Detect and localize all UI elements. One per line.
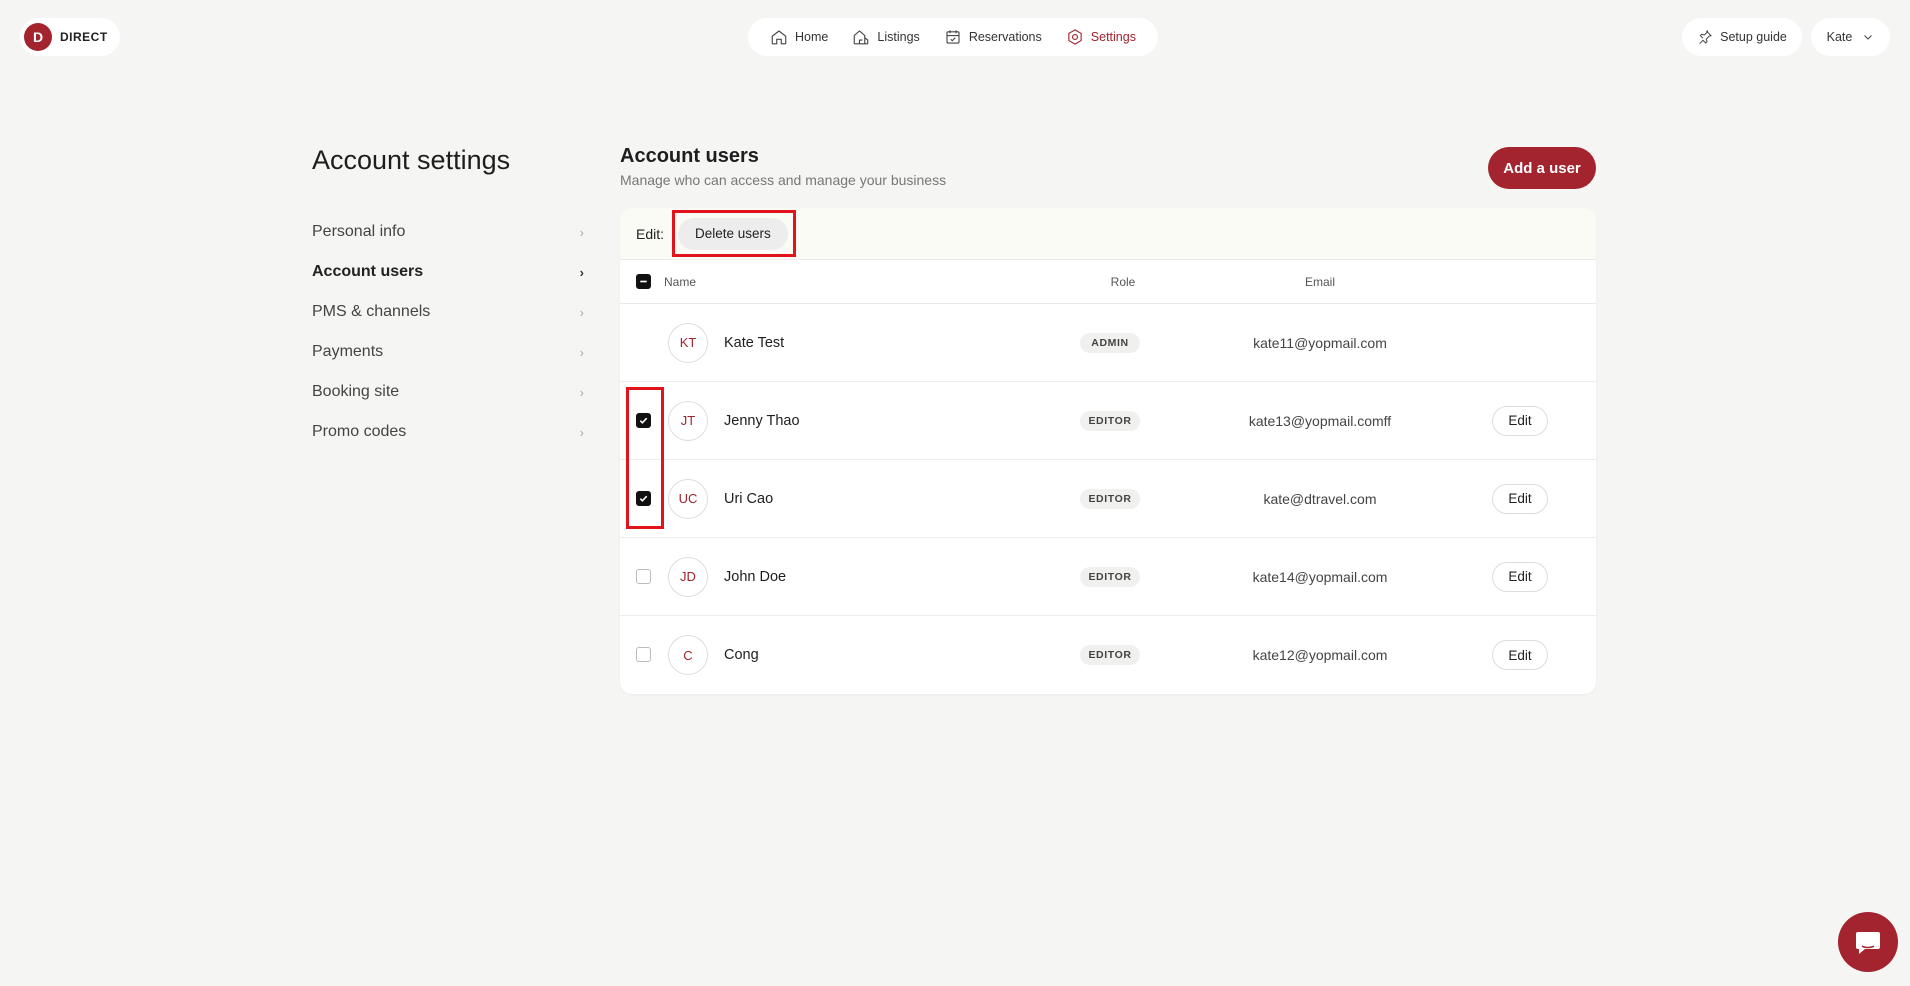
sidebar-item-promo-codes[interactable]: Promo codes › xyxy=(312,412,584,452)
row-checkbox[interactable] xyxy=(636,568,651,584)
select-all-checkbox[interactable] xyxy=(636,273,651,289)
avatar: KT xyxy=(668,322,708,363)
top-nav: Home Listings Reservations Settings xyxy=(748,18,1158,56)
setup-guide-button[interactable]: Setup guide xyxy=(1682,18,1802,56)
nav-item-settings[interactable]: Settings xyxy=(1066,28,1136,46)
brand-logo[interactable]: D DIRECT xyxy=(20,18,120,56)
table-row: C Cong EDITOR kate12@yopmail.com Edit xyxy=(620,616,1596,694)
nav-item-home[interactable]: Home xyxy=(770,28,828,46)
row-checkbox[interactable] xyxy=(636,647,651,662)
chat-launcher-button[interactable] xyxy=(1838,912,1898,972)
nav-label-home: Home xyxy=(795,30,829,44)
edit-label: Edit: xyxy=(636,225,665,242)
avatar: UC xyxy=(668,478,708,519)
chevron-right-icon: › xyxy=(579,304,584,320)
user-name-cell: Cong xyxy=(724,647,759,663)
role-badge: ADMIN xyxy=(1080,332,1140,353)
user-name-cell: Kate Test xyxy=(724,334,785,351)
check-icon xyxy=(639,495,648,502)
table-row: JD John Doe EDITOR kate14@yopmail.com Ed… xyxy=(620,538,1596,616)
edit-user-button[interactable]: Edit xyxy=(1492,405,1548,436)
role-badge: EDITOR xyxy=(1080,410,1140,431)
page-title: Account settings xyxy=(312,145,511,175)
bulk-edit-bar: Edit: Delete users xyxy=(620,208,1596,260)
add-user-button[interactable]: Add a user xyxy=(1488,147,1596,189)
role-badge: EDITOR xyxy=(1080,566,1140,587)
sidebar-item-label: Account users xyxy=(312,263,424,280)
avatar: C xyxy=(668,635,708,675)
nav-item-reservations[interactable]: Reservations xyxy=(944,28,1042,46)
logo-mark: D xyxy=(24,23,52,51)
check-icon xyxy=(639,417,648,424)
user-name-cell: Uri Cao xyxy=(724,490,774,507)
gear-icon xyxy=(1068,29,1082,45)
home-icon xyxy=(771,30,787,45)
table-header: Name Role Email xyxy=(620,260,1596,304)
user-email-cell: kate@dtravel.com xyxy=(1263,490,1377,507)
user-email-cell: kate12@yopmail.com xyxy=(1252,647,1388,663)
chevron-right-icon: › xyxy=(579,344,584,360)
edit-user-button[interactable]: Edit xyxy=(1492,640,1548,670)
sidebar-item-payments[interactable]: Payments › xyxy=(312,332,584,372)
avatar: JT xyxy=(668,400,708,441)
user-email-cell: kate14@yopmail.com xyxy=(1252,568,1388,585)
setup-guide-label: Setup guide xyxy=(1720,30,1787,44)
user-name: Kate xyxy=(1826,30,1853,44)
minus-icon xyxy=(640,280,647,282)
sidebar-item-label: Personal info xyxy=(312,223,406,240)
logo-text: DIRECT xyxy=(60,30,108,44)
calendar-check-icon xyxy=(946,30,960,44)
section-subtitle: Manage who can access and manage your bu… xyxy=(620,172,947,188)
column-header-name: Name xyxy=(664,274,697,289)
row-checkbox[interactable] xyxy=(636,412,651,428)
sidebar-item-account-users[interactable]: Account users › xyxy=(312,252,584,292)
table-row: UC Uri Cao EDITOR kate@dtravel.com Edit xyxy=(620,460,1596,538)
chevron-right-icon: › xyxy=(579,224,584,240)
avatar: JD xyxy=(668,556,708,597)
role-badge: EDITOR xyxy=(1080,645,1140,665)
sidebar-item-label: Payments xyxy=(312,343,384,360)
user-email-cell: kate11@yopmail.com xyxy=(1253,334,1387,351)
nav-label-settings: Settings xyxy=(1090,30,1136,44)
role-badge: EDITOR xyxy=(1080,488,1140,509)
user-name-cell: Jenny Thao xyxy=(724,412,800,429)
sidebar-item-label: Booking site xyxy=(312,383,400,400)
chevron-down-icon xyxy=(1864,35,1873,40)
users-table: Edit: Delete users Name Role Email KT Ka… xyxy=(620,208,1596,694)
sidebar-item-booking-site[interactable]: Booking site › xyxy=(312,372,584,412)
settings-menu: Personal info › Account users › PMS & chan… xyxy=(312,212,584,452)
table-row: KT Kate Test ADMIN kate11@yopmail.com xyxy=(620,304,1596,382)
chat-bubble-icon xyxy=(1856,932,1880,954)
edit-user-button[interactable]: Edit xyxy=(1492,483,1548,514)
user-email-cell: kate13@yopmail.comff xyxy=(1248,412,1392,429)
table-row: JT Jenny Thao EDITOR kate13@yopmail.comf… xyxy=(620,382,1596,460)
delete-users-button[interactable]: Delete users xyxy=(678,217,788,250)
nav-label-listings: Listings xyxy=(877,30,920,44)
edit-user-button[interactable]: Edit xyxy=(1492,561,1548,592)
sidebar-item-pms-channels[interactable]: PMS & channels › xyxy=(312,292,584,332)
chevron-right-icon: › xyxy=(579,384,584,400)
user-menu[interactable]: Kate xyxy=(1811,18,1890,56)
section-title: Account users xyxy=(620,145,759,167)
nav-label-reservations: Reservations xyxy=(968,30,1042,44)
sidebar-item-personal-info[interactable]: Personal info › xyxy=(312,212,584,252)
row-checkbox[interactable] xyxy=(636,490,651,506)
listings-icon xyxy=(854,30,869,45)
chevron-right-icon: › xyxy=(579,424,584,440)
pin-icon xyxy=(1699,30,1713,45)
sidebar-item-label: PMS & channels xyxy=(312,303,431,320)
column-header-role: Role xyxy=(1110,274,1136,289)
chevron-right-icon: › xyxy=(579,264,584,280)
nav-item-listings[interactable]: Listings xyxy=(852,28,920,46)
sidebar-item-label: Promo codes xyxy=(312,423,407,440)
user-name-cell: John Doe xyxy=(724,568,787,585)
column-header-email: Email xyxy=(1304,274,1335,289)
